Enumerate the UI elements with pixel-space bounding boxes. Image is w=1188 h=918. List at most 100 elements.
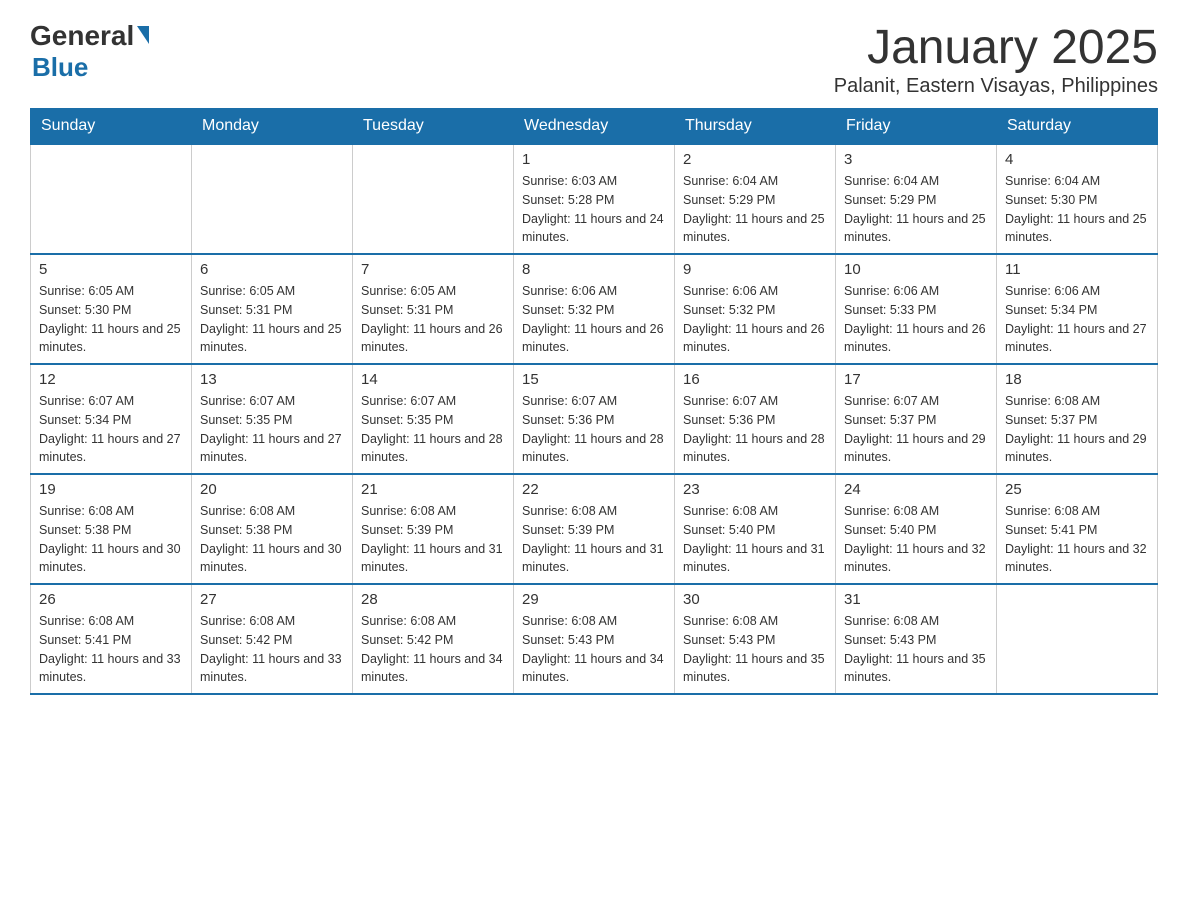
calendar-day-9: 9 Sunrise: 6:06 AM Sunset: 5:32 PM Daylig… [675, 254, 836, 364]
calendar-empty-cell [31, 144, 192, 254]
logo-general: General [30, 20, 134, 52]
day-info-12: Sunrise: 6:07 AM Sunset: 5:34 PM Dayligh… [39, 392, 183, 467]
day-number-27: 27 [200, 591, 344, 608]
calendar-day-8: 8Sunrise: 6:06 AM Sunset: 5:32 PM Daylig… [514, 254, 675, 364]
calendar-day-23: 23 Sunrise: 6:08 AM Sunset: 5:40 PM Dayli… [675, 474, 836, 584]
calendar-day-16: 16 Sunrise: 6:07 AM Sunset: 5:36 PM Dayli… [675, 364, 836, 474]
page-header: General Blue January 2025 Palanit, Easte… [30, 20, 1158, 98]
day-number-24: 24 [844, 481, 988, 498]
day-number-21: 21 [361, 481, 505, 498]
logo-blue: Blue [32, 52, 149, 83]
calendar-day-14: 14 Sunrise: 6:07 AM Sunset: 5:35 PM Dayli… [353, 364, 514, 474]
calendar-day-5: 5 Sunrise: 6:05 AM Sunset: 5:30 PM Daylig… [31, 254, 192, 364]
logo: General Blue [30, 20, 149, 83]
calendar-day-11: 11 Sunrise: 6:06 AM Sunset: 5:34 PM Dayli… [997, 254, 1158, 364]
day-info-16: Sunrise: 6:07 AM Sunset: 5:36 PM Dayligh… [683, 392, 827, 467]
day-info-27: Sunrise: 6:08 AM Sunset: 5:42 PM Dayligh… [200, 612, 344, 687]
calendar-week-row-4: 19 Sunrise: 6:08 AM Sunset: 5:38 PM Dayli… [31, 474, 1158, 584]
calendar-week-row-3: 12Sunrise: 6:07 AM Sunset: 5:34 PM Dayli… [31, 364, 1158, 474]
day-info-13: Sunrise: 6:07 AM Sunset: 5:35 PM Dayligh… [200, 392, 344, 467]
day-info-28: Sunrise: 6:08 AM Sunset: 5:42 PM Dayligh… [361, 612, 505, 687]
calendar-header-row: SundayMondayTuesdayWednesdayThursdayFrid… [31, 109, 1158, 145]
day-info-22: Sunrise: 6:08 AM Sunset: 5:39 PM Dayligh… [522, 502, 666, 577]
day-number-4: 4 [1005, 151, 1149, 168]
calendar-header-sunday: Sunday [31, 109, 192, 145]
day-number-6: 6 [200, 261, 344, 278]
calendar-day-6: 6Sunrise: 6:05 AM Sunset: 5:31 PM Daylig… [192, 254, 353, 364]
calendar-day-22: 22 Sunrise: 6:08 AM Sunset: 5:39 PM Dayli… [514, 474, 675, 584]
calendar-day-10: 10Sunrise: 6:06 AM Sunset: 5:33 PM Dayli… [836, 254, 997, 364]
calendar-table: SundayMondayTuesdayWednesdayThursdayFrid… [30, 108, 1158, 695]
day-info-4: Sunrise: 6:04 AM Sunset: 5:30 PM Dayligh… [1005, 172, 1149, 247]
calendar-header-friday: Friday [836, 109, 997, 145]
calendar-day-27: 27 Sunrise: 6:08 AM Sunset: 5:42 PM Dayli… [192, 584, 353, 694]
day-info-3: Sunrise: 6:04 AM Sunset: 5:29 PM Dayligh… [844, 172, 988, 247]
day-number-19: 19 [39, 481, 183, 498]
day-number-18: 18 [1005, 371, 1149, 388]
day-number-25: 25 [1005, 481, 1149, 498]
day-number-20: 20 [200, 481, 344, 498]
day-number-16: 16 [683, 371, 827, 388]
day-info-5: Sunrise: 6:05 AM Sunset: 5:30 PM Dayligh… [39, 282, 183, 357]
day-number-7: 7 [361, 261, 505, 278]
calendar-empty-cell [192, 144, 353, 254]
day-number-14: 14 [361, 371, 505, 388]
day-number-8: 8 [522, 261, 666, 278]
day-info-9: Sunrise: 6:06 AM Sunset: 5:32 PM Dayligh… [683, 282, 827, 357]
calendar-day-17: 17Sunrise: 6:07 AM Sunset: 5:37 PM Dayli… [836, 364, 997, 474]
calendar-header-tuesday: Tuesday [353, 109, 514, 145]
calendar-day-4: 4 Sunrise: 6:04 AM Sunset: 5:30 PM Daylig… [997, 144, 1158, 254]
day-number-3: 3 [844, 151, 988, 168]
day-number-1: 1 [522, 151, 666, 168]
day-number-26: 26 [39, 591, 183, 608]
calendar-day-29: 29 Sunrise: 6:08 AM Sunset: 5:43 PM Dayli… [514, 584, 675, 694]
day-info-23: Sunrise: 6:08 AM Sunset: 5:40 PM Dayligh… [683, 502, 827, 577]
day-number-22: 22 [522, 481, 666, 498]
calendar-day-31: 31Sunrise: 6:08 AM Sunset: 5:43 PM Dayli… [836, 584, 997, 694]
day-info-30: Sunrise: 6:08 AM Sunset: 5:43 PM Dayligh… [683, 612, 827, 687]
day-info-14: Sunrise: 6:07 AM Sunset: 5:35 PM Dayligh… [361, 392, 505, 467]
calendar-day-30: 30 Sunrise: 6:08 AM Sunset: 5:43 PM Dayli… [675, 584, 836, 694]
day-number-11: 11 [1005, 261, 1149, 278]
day-info-20: Sunrise: 6:08 AM Sunset: 5:38 PM Dayligh… [200, 502, 344, 577]
calendar-day-26: 26Sunrise: 6:08 AM Sunset: 5:41 PM Dayli… [31, 584, 192, 694]
calendar-day-15: 15Sunrise: 6:07 AM Sunset: 5:36 PM Dayli… [514, 364, 675, 474]
calendar-week-row-2: 5 Sunrise: 6:05 AM Sunset: 5:30 PM Daylig… [31, 254, 1158, 364]
calendar-day-12: 12Sunrise: 6:07 AM Sunset: 5:34 PM Dayli… [31, 364, 192, 474]
calendar-day-24: 24Sunrise: 6:08 AM Sunset: 5:40 PM Dayli… [836, 474, 997, 584]
day-number-5: 5 [39, 261, 183, 278]
logo-triangle-icon [137, 26, 149, 44]
title-block: January 2025 Palanit, Eastern Visayas, P… [834, 20, 1158, 98]
day-info-1: Sunrise: 6:03 AM Sunset: 5:28 PM Dayligh… [522, 172, 666, 247]
calendar-day-19: 19 Sunrise: 6:08 AM Sunset: 5:38 PM Dayli… [31, 474, 192, 584]
calendar-day-2: 2 Sunrise: 6:04 AM Sunset: 5:29 PM Daylig… [675, 144, 836, 254]
day-info-7: Sunrise: 6:05 AM Sunset: 5:31 PM Dayligh… [361, 282, 505, 357]
day-number-30: 30 [683, 591, 827, 608]
day-number-31: 31 [844, 591, 988, 608]
day-number-23: 23 [683, 481, 827, 498]
calendar-week-row-5: 26Sunrise: 6:08 AM Sunset: 5:41 PM Dayli… [31, 584, 1158, 694]
day-number-9: 9 [683, 261, 827, 278]
day-number-28: 28 [361, 591, 505, 608]
day-number-10: 10 [844, 261, 988, 278]
calendar-day-18: 18 Sunrise: 6:08 AM Sunset: 5:37 PM Dayli… [997, 364, 1158, 474]
day-number-29: 29 [522, 591, 666, 608]
day-info-21: Sunrise: 6:08 AM Sunset: 5:39 PM Dayligh… [361, 502, 505, 577]
day-info-18: Sunrise: 6:08 AM Sunset: 5:37 PM Dayligh… [1005, 392, 1149, 467]
calendar-day-25: 25 Sunrise: 6:08 AM Sunset: 5:41 PM Dayli… [997, 474, 1158, 584]
calendar-day-28: 28 Sunrise: 6:08 AM Sunset: 5:42 PM Dayli… [353, 584, 514, 694]
day-info-11: Sunrise: 6:06 AM Sunset: 5:34 PM Dayligh… [1005, 282, 1149, 357]
calendar-week-row-1: 1 Sunrise: 6:03 AM Sunset: 5:28 PM Daylig… [31, 144, 1158, 254]
calendar-header-wednesday: Wednesday [514, 109, 675, 145]
day-number-2: 2 [683, 151, 827, 168]
calendar-day-1: 1 Sunrise: 6:03 AM Sunset: 5:28 PM Daylig… [514, 144, 675, 254]
day-info-19: Sunrise: 6:08 AM Sunset: 5:38 PM Dayligh… [39, 502, 183, 577]
day-info-29: Sunrise: 6:08 AM Sunset: 5:43 PM Dayligh… [522, 612, 666, 687]
day-info-25: Sunrise: 6:08 AM Sunset: 5:41 PM Dayligh… [1005, 502, 1149, 577]
calendar-header-monday: Monday [192, 109, 353, 145]
day-info-15: Sunrise: 6:07 AM Sunset: 5:36 PM Dayligh… [522, 392, 666, 467]
day-info-2: Sunrise: 6:04 AM Sunset: 5:29 PM Dayligh… [683, 172, 827, 247]
day-number-17: 17 [844, 371, 988, 388]
calendar-header-saturday: Saturday [997, 109, 1158, 145]
day-number-13: 13 [200, 371, 344, 388]
